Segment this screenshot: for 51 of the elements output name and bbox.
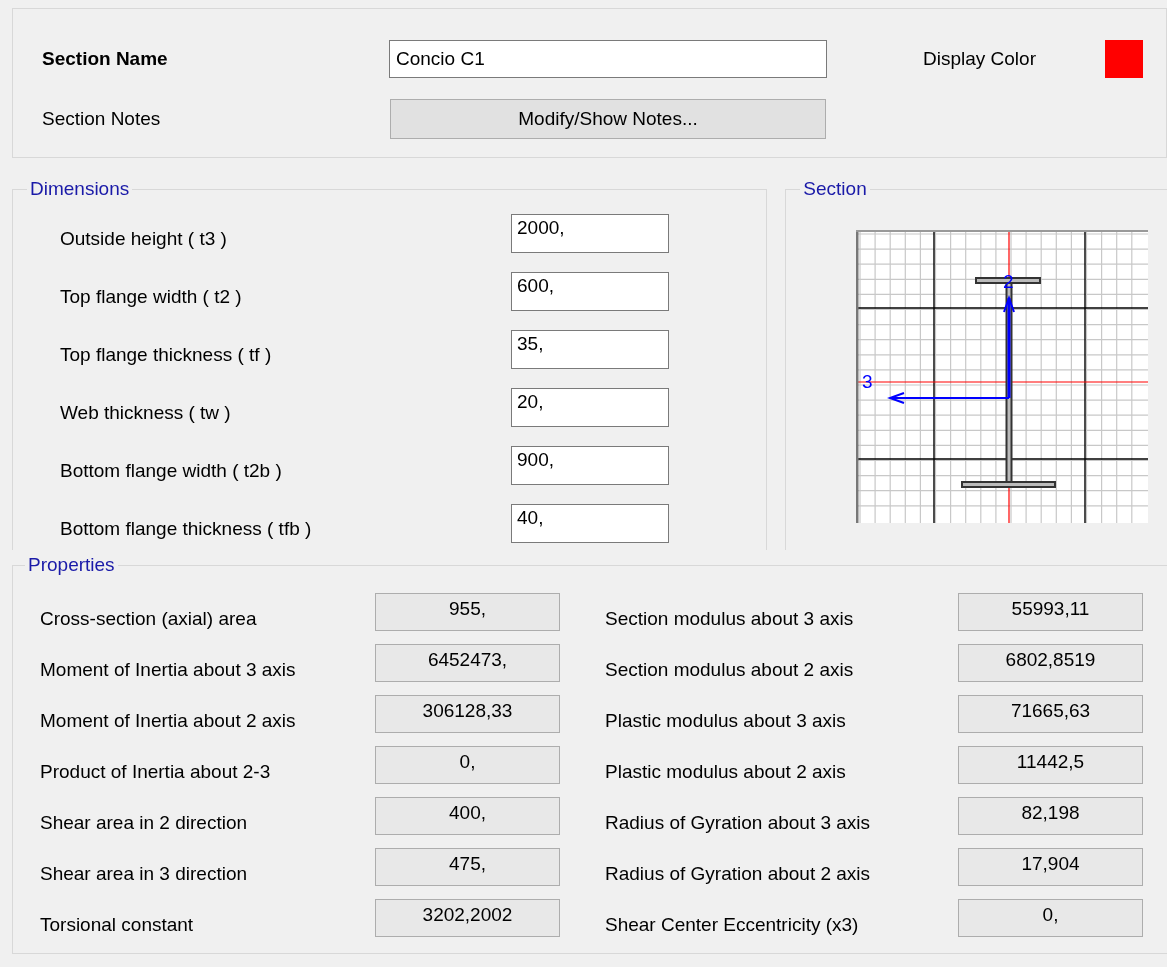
dimension-field[interactable]: 35, xyxy=(511,329,669,369)
section-name-label: Section Name xyxy=(42,48,169,70)
property-value: 306128,33 xyxy=(375,694,560,733)
notes-button[interactable]: Modify/Show Notes... xyxy=(390,99,826,139)
dimension-label: Outside height ( t3 ) xyxy=(60,227,228,250)
dimension-field[interactable]: 20, xyxy=(511,387,669,427)
display-color-label: Display Color xyxy=(923,48,1036,70)
property-value: 11442,5 xyxy=(958,745,1143,784)
property-label: Radius of Gyration about 3 axis xyxy=(605,810,872,834)
property-value: 400, xyxy=(375,796,560,835)
property-label: Plastic modulus about 3 axis xyxy=(605,708,847,732)
axis-label: 2 xyxy=(1003,271,1014,292)
property-label: Moment of Inertia about 3 axis xyxy=(40,657,297,681)
property-label: Torsional constant xyxy=(40,912,195,936)
section-name-field[interactable]: Concio C1 xyxy=(389,40,827,78)
group-title: Dimensions xyxy=(29,178,131,200)
property-label: Shear area in 2 direction xyxy=(40,810,248,834)
property-value: 6452473, xyxy=(375,643,560,682)
dimension-label: Bottom flange thickness ( tfb ) xyxy=(60,517,313,540)
property-label: Shear Center Eccentricity (x3) xyxy=(605,912,860,936)
property-value: 55993,11 xyxy=(958,592,1143,631)
property-label: Shear area in 3 direction xyxy=(40,861,248,885)
property-value: 3202,2002 xyxy=(375,898,560,937)
dimension-field[interactable]: 2000, xyxy=(511,213,669,253)
dimension-label: Web thickness ( tw ) xyxy=(60,401,232,424)
property-value: 71665,63 xyxy=(958,694,1143,733)
property-label: Radius of Gyration about 2 axis xyxy=(605,861,872,885)
dimension-label: Bottom flange width ( t2b ) xyxy=(60,459,283,482)
property-value: 6802,8519 xyxy=(958,643,1143,682)
property-value: 82,198 xyxy=(958,796,1143,835)
property-label: Cross-section (axial) area xyxy=(40,606,258,630)
dimension-label: Top flange width ( t2 ) xyxy=(60,285,243,308)
property-value: 0, xyxy=(958,898,1143,937)
property-label: Section modulus about 2 axis xyxy=(605,657,855,681)
property-label: Moment of Inertia about 2 axis xyxy=(40,708,297,732)
dimension-field[interactable]: 900, xyxy=(511,445,669,485)
group-title: Properties xyxy=(27,554,116,576)
property-label: Plastic modulus about 2 axis xyxy=(605,759,847,783)
group-title: Section xyxy=(802,178,868,200)
property-label: Product of Inertia about 2-3 xyxy=(40,759,272,783)
dimension-field[interactable]: 40, xyxy=(511,503,669,543)
property-label: Section modulus about 3 axis xyxy=(605,606,855,630)
property-value: 475, xyxy=(375,847,560,886)
property-value: 0, xyxy=(375,745,560,784)
property-value: 955, xyxy=(375,592,560,631)
section-notes-label: Section Notes xyxy=(42,108,162,130)
dimension-field[interactable]: 600, xyxy=(511,271,669,311)
color-swatch[interactable] xyxy=(1105,40,1143,78)
axis-label: 3 xyxy=(862,371,873,392)
dimension-label: Top flange thickness ( tf ) xyxy=(60,343,273,366)
property-value: 17,904 xyxy=(958,847,1143,886)
